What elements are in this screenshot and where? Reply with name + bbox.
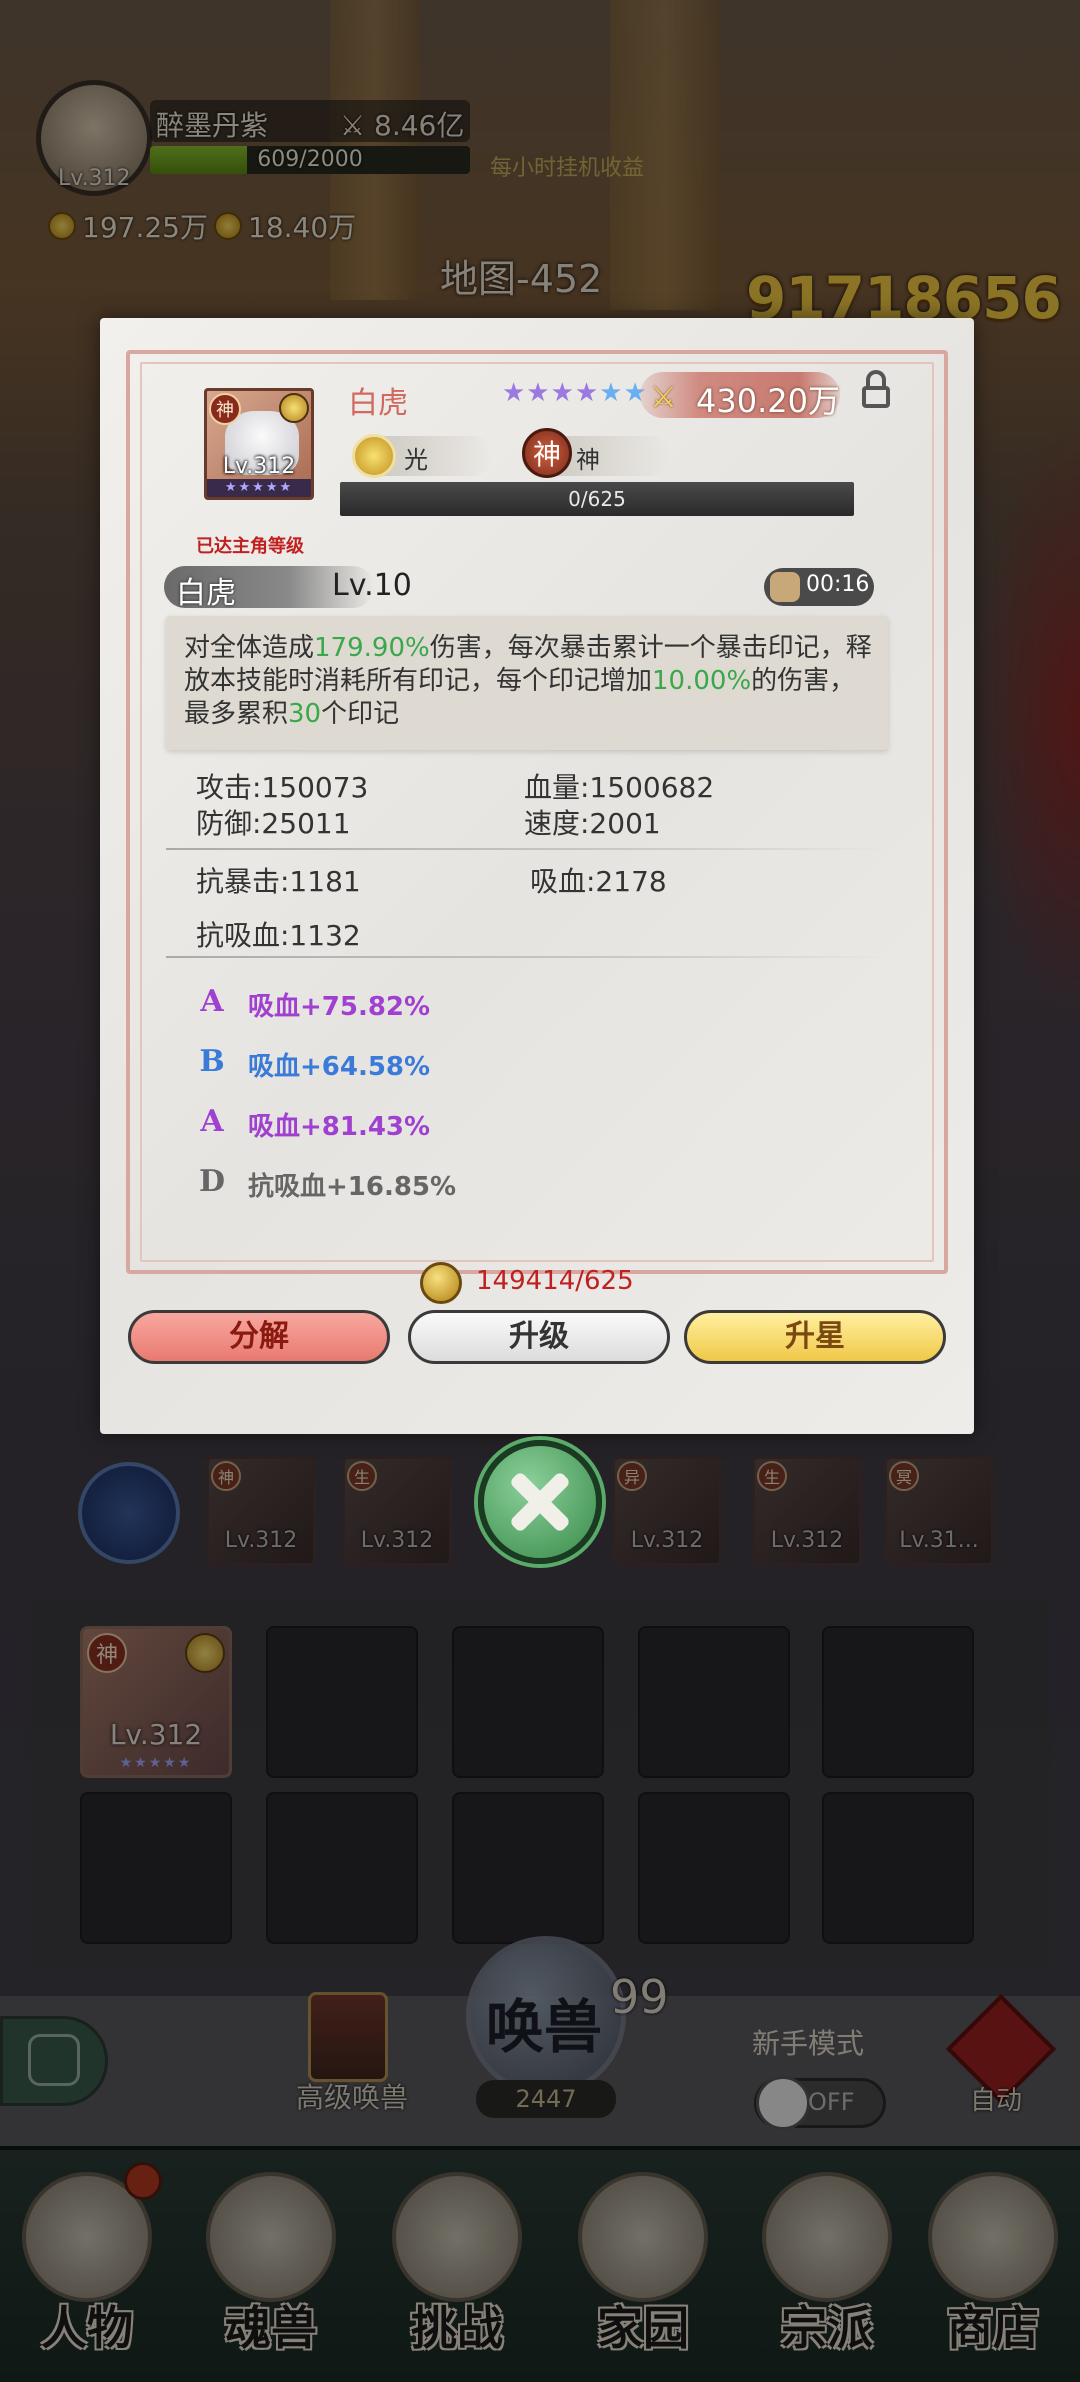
crossed-swords-icon: ⚔ — [650, 380, 677, 415]
hero-portrait-stars: ★★★★★ — [207, 479, 311, 497]
upgrade-cost: 149414/625 — [476, 1266, 634, 1296]
hourglass-icon — [770, 572, 800, 602]
substat-text: 吸血+75.82% — [248, 992, 431, 1022]
skill-level: Lv.10 — [332, 568, 412, 603]
hero-portrait-level: Lv.312 — [222, 454, 296, 479]
stat-defense: 防御:25011 — [196, 807, 351, 840]
substat-grade: D — [198, 1164, 225, 1199]
star-up-button[interactable]: 升星 — [684, 1310, 946, 1364]
stat-attack: 攻击:150073 — [196, 771, 369, 804]
gold-coin-icon — [420, 1262, 462, 1304]
stat-crit-resist: 抗暴击:1181 — [196, 865, 361, 898]
max-level-note: 已达主角等级 — [196, 536, 304, 557]
upgrade-button[interactable]: 升级 — [408, 1310, 670, 1364]
stat-speed: 速度:2001 — [524, 807, 661, 840]
substat-text: 抗吸血+16.85% — [248, 1172, 457, 1202]
close-button[interactable] — [478, 1440, 602, 1564]
substat-text: 吸血+64.58% — [248, 1052, 431, 1082]
divider — [166, 848, 888, 850]
hero-power: 430.20万 — [696, 382, 840, 420]
stat-lifesteal: 吸血:2178 — [530, 865, 667, 898]
hero-portrait-badge: 神 — [209, 393, 241, 425]
god-faction-icon: 神 — [522, 428, 572, 478]
substat-text: 吸血+81.43% — [248, 1112, 431, 1142]
hero-exp-text: 0/625 — [568, 487, 626, 511]
substat-grade: A — [200, 984, 224, 1019]
skill-name: 白虎 — [176, 576, 236, 611]
divider — [166, 956, 888, 958]
hero-portrait: 神 Lv.312 ★★★★★ — [204, 388, 314, 500]
substat-grade: B — [199, 1044, 225, 1079]
cooldown-time: 00:16 — [806, 572, 870, 597]
hero-name: 白虎 — [348, 386, 408, 421]
substat-grade: A — [200, 1104, 224, 1139]
stat-hp: 血量:1500682 — [524, 771, 715, 804]
element-god: 神 — [576, 446, 600, 474]
sun-icon — [279, 393, 309, 423]
stat-anti-lifesteal: 抗吸血:1132 — [196, 919, 361, 952]
hero-star-rating: ★★★★★★ — [502, 378, 648, 408]
lock-icon[interactable] — [862, 370, 892, 410]
sun-element-icon — [352, 434, 396, 478]
skill-description: 对全体造成179.90%伤害，每次暴击累计一个暴击印记，释放本技能时消耗所有印记… — [184, 633, 872, 729]
decompose-button[interactable]: 分解 — [128, 1310, 390, 1364]
element-light: 光 — [404, 446, 428, 474]
